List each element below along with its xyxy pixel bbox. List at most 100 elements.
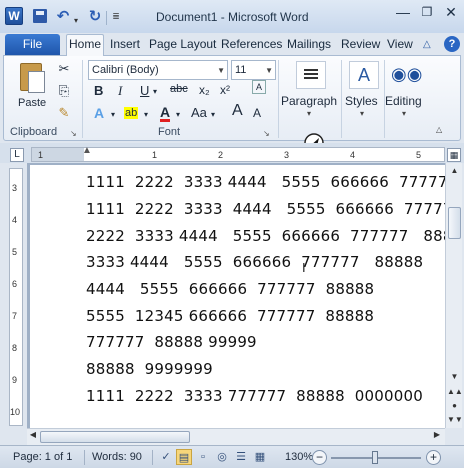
subscript-button[interactable]: x₂ [199, 83, 210, 97]
draft-icon[interactable]: ▦ [252, 449, 268, 465]
tab-home[interactable]: Home [66, 34, 104, 56]
redo-icon[interactable]: ↻ [87, 8, 103, 25]
editing-dropdown-icon[interactable]: ▾ [402, 109, 406, 118]
vruler-number: 5 [12, 247, 18, 257]
superscript-button[interactable]: x² [220, 83, 230, 97]
paragraph-dropdown-icon[interactable]: ▾ [307, 109, 311, 118]
vruler-number: 7 [12, 311, 18, 321]
minimize-button[interactable]: — [392, 2, 414, 24]
ruler-number: 3 [284, 150, 290, 160]
paragraph-icon[interactable] [296, 61, 326, 89]
scroll-down-icon[interactable]: ▼ [447, 369, 462, 385]
italic-button[interactable]: I [118, 83, 122, 99]
minimize-ribbon-icon[interactable]: △ [423, 39, 431, 50]
shrink-font-button[interactable]: A [253, 106, 261, 120]
save-icon[interactable] [33, 9, 47, 23]
zoom-level[interactable]: 130% [285, 451, 313, 463]
tab-references[interactable]: References [221, 37, 282, 51]
tab-mailings[interactable]: Mailings [287, 37, 331, 51]
scrollbar-thumb[interactable] [448, 207, 461, 239]
view-ruler-icon[interactable]: ▦ [447, 148, 461, 162]
strikethrough-button[interactable]: abc [170, 83, 188, 95]
spellcheck-icon[interactable]: ✓ [158, 449, 174, 465]
page-count[interactable]: Page: 1 of 1 [13, 451, 72, 463]
tab-page-layout[interactable]: Page Layout [149, 37, 216, 51]
document-line[interactable]: 5555 12345 666666 777777 88888 [86, 307, 374, 325]
indent-marker-icon[interactable]: ▲ [82, 145, 92, 156]
zoom-in-button[interactable]: + [426, 450, 441, 465]
scrollbar-thumb[interactable] [40, 431, 190, 443]
word-logo-icon[interactable]: W [5, 7, 23, 25]
paste-button[interactable]: Paste [18, 97, 46, 109]
editing-button[interactable]: Editing [385, 94, 422, 108]
vertical-scrollbar[interactable]: ▲ ▼ ▲▲ ● ▼▼ [445, 163, 463, 428]
paragraph-button[interactable]: Paragraph [281, 94, 337, 108]
collapse-ribbon-icon[interactable]: △ [436, 125, 442, 134]
document-line[interactable]: 1111 2222 3333 4444 5555 666666 7777777 [86, 173, 445, 191]
clear-formatting-button[interactable]: A [252, 80, 266, 94]
binoculars-icon[interactable]: ◉◉ [391, 61, 422, 89]
underline-button[interactable]: U [140, 83, 149, 98]
ruler-number: 2 [218, 150, 224, 160]
font-color-button[interactable]: A [160, 105, 171, 122]
horizontal-scrollbar[interactable]: ◀ ▶ [27, 428, 445, 445]
tab-selector[interactable]: L [10, 148, 24, 162]
customize-qat-icon[interactable]: ≣ [111, 8, 121, 24]
styles-dropdown-icon[interactable]: ▾ [360, 109, 364, 118]
font-launcher-icon[interactable]: ↘ [263, 129, 270, 138]
font-name-select[interactable]: Calibri (Body) ▼ [88, 60, 228, 80]
change-case-button[interactable]: Aa [191, 105, 207, 120]
zoom-out-button[interactable]: − [312, 450, 327, 465]
full-screen-reading-icon[interactable]: ▫ [195, 449, 211, 465]
close-button[interactable]: ✕ [440, 2, 462, 24]
highlight-dropdown-icon[interactable]: ▾ [144, 110, 148, 119]
styles-icon[interactable]: A [349, 61, 379, 89]
document-line[interactable]: 1111 2222 3333 4444 5555 666666 7777777 [86, 200, 445, 218]
highlight-button[interactable]: ab [124, 107, 139, 119]
text-effects-button[interactable]: A [94, 105, 104, 121]
styles-button[interactable]: Styles [345, 94, 378, 108]
tab-view[interactable]: View [387, 37, 413, 51]
bold-button[interactable]: B [94, 83, 103, 98]
document-line[interactable]: 4444 5555 666666 777777 88888 [86, 280, 374, 298]
next-page-icon[interactable]: ▼▼ [447, 413, 463, 427]
vertical-ruler[interactable]: 3 4 5 6 7 8 9 10 [9, 168, 23, 426]
format-painter-icon[interactable]: ✎ [56, 105, 72, 121]
font-size-select[interactable]: 11 ▼ [231, 60, 276, 80]
underline-dropdown-icon[interactable]: ▾ [153, 87, 157, 96]
restore-button[interactable]: ❐ [416, 2, 438, 24]
help-icon[interactable]: ? [444, 36, 460, 52]
outline-icon[interactable]: ☰ [233, 449, 249, 465]
tab-insert[interactable]: Insert [110, 37, 140, 51]
document-line[interactable]: 2222 3333 4444 5555 666666 777777 88888 [86, 227, 445, 245]
web-layout-icon[interactable]: ◎ [214, 449, 230, 465]
cut-icon[interactable]: ✂ [56, 61, 72, 77]
zoom-slider-thumb[interactable] [372, 451, 378, 464]
undo-icon[interactable]: ↶ [55, 8, 71, 25]
word-count[interactable]: Words: 90 [92, 451, 142, 463]
font-color-dropdown-icon[interactable]: ▾ [176, 110, 180, 119]
scroll-left-icon[interactable]: ◀ [27, 430, 39, 439]
print-layout-icon[interactable]: ▤ [176, 449, 192, 465]
tab-review[interactable]: Review [341, 37, 380, 51]
document-line[interactable]: 777777 88888 99999 [86, 333, 257, 351]
document-page[interactable]: 1111 2222 3333 4444 5555 666666 7777777 … [30, 165, 445, 428]
document-line[interactable]: 88888 9999999 [86, 360, 213, 378]
vruler-number: 4 [12, 215, 18, 225]
scroll-right-icon[interactable]: ▶ [431, 430, 443, 439]
grow-font-button[interactable]: A [232, 102, 243, 120]
document-line[interactable]: 1111 2222 3333 777777 88888 0000000 [86, 387, 423, 405]
undo-dropdown-icon[interactable]: ▾ [72, 12, 80, 28]
change-case-dropdown-icon[interactable]: ▾ [211, 110, 215, 119]
text-effects-dropdown-icon[interactable]: ▾ [111, 110, 115, 119]
paste-icon[interactable] [18, 61, 46, 95]
clipboard-launcher-icon[interactable]: ↘ [70, 129, 77, 138]
horizontal-ruler[interactable]: 1 1 2 3 4 5 [31, 147, 445, 162]
font-name-value: Calibri (Body) [92, 64, 159, 76]
tab-file[interactable]: File [5, 34, 60, 55]
browse-object-icon[interactable]: ● [447, 399, 462, 413]
scroll-up-icon[interactable]: ▲ [447, 163, 462, 179]
document-line[interactable]: 3333 4444 5555 666666 777777 88888 [86, 253, 423, 271]
previous-page-icon[interactable]: ▲▲ [447, 385, 463, 399]
copy-icon[interactable]: ⎘ [56, 83, 72, 99]
